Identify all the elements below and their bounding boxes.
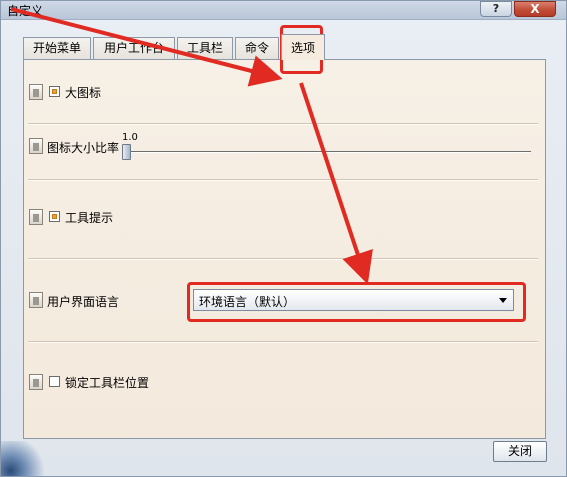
large-icons-label: 大图标 bbox=[65, 86, 102, 100]
tab-start-menu[interactable]: 开始菜单 bbox=[23, 37, 91, 59]
icon-scale-slider-track[interactable] bbox=[127, 151, 531, 153]
tab-commands[interactable]: 命令 bbox=[235, 37, 279, 59]
lock-toolbar-label: 锁定工具栏位置 bbox=[65, 376, 150, 390]
ui-language-select[interactable]: 环境语言（默认） bbox=[193, 289, 514, 311]
lock-setting-icon[interactable] bbox=[29, 138, 43, 154]
lock-toolbar-checkbox[interactable] bbox=[49, 376, 60, 387]
close-window-button[interactable]: X bbox=[514, 1, 556, 17]
tab-options[interactable]: 选项 bbox=[281, 34, 325, 60]
help-button[interactable]: ? bbox=[480, 1, 512, 17]
icon-scale-value: 1.0 bbox=[122, 132, 138, 143]
tab-toolbars[interactable]: 工具栏 bbox=[177, 37, 233, 59]
tab-user-workbench[interactable]: 用户工作台 bbox=[93, 37, 175, 59]
icon-scale-label: 图标大小比率 bbox=[47, 141, 120, 155]
ui-language-label: 用户界面语言 bbox=[47, 295, 120, 309]
separator bbox=[28, 258, 538, 260]
large-icons-checkbox[interactable] bbox=[49, 86, 60, 97]
separator bbox=[28, 179, 538, 181]
separator bbox=[28, 123, 538, 125]
ui-language-selected-value: 环境语言（默认） bbox=[199, 295, 296, 309]
title-bar[interactable]: 自定义 ? X bbox=[1, 1, 566, 20]
dialog-title: 自定义 bbox=[7, 4, 44, 18]
lock-setting-icon[interactable] bbox=[29, 209, 43, 225]
lock-setting-icon[interactable] bbox=[29, 292, 43, 308]
separator bbox=[28, 341, 538, 343]
lock-setting-icon[interactable] bbox=[29, 84, 43, 100]
close-button[interactable]: 关闭 bbox=[493, 441, 547, 462]
tooltips-checkbox[interactable] bbox=[49, 211, 60, 222]
icon-scale-slider-thumb[interactable] bbox=[122, 144, 131, 160]
customize-dialog: 自定义 ? X 开始菜单 用户工作台 工具栏 命令 选项 大图标 图标大小比率 … bbox=[0, 0, 567, 477]
chevron-down-icon bbox=[499, 298, 507, 303]
decorative-corner bbox=[1, 441, 49, 476]
lock-setting-icon[interactable] bbox=[29, 374, 43, 390]
tooltips-label: 工具提示 bbox=[65, 211, 114, 225]
